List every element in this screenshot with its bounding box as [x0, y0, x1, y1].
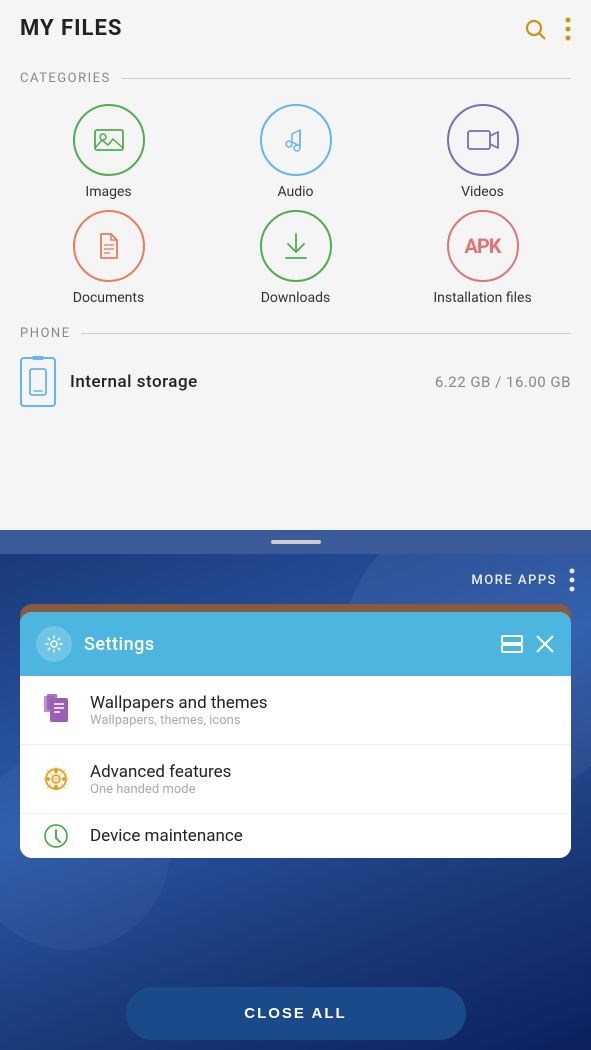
drag-handle[interactable] [0, 530, 591, 554]
category-images[interactable]: Images [20, 104, 197, 200]
category-videos[interactable]: Videos [394, 104, 571, 200]
audio-label: Audio [277, 184, 313, 200]
recent-apps-screen: MORE APPS Setting [0, 554, 591, 1050]
close-all-button[interactable]: CLOSE ALL [126, 987, 466, 1040]
images-label: Images [85, 184, 131, 200]
resize-button[interactable] [501, 635, 523, 653]
header-actions [523, 17, 571, 41]
settings-header-left: Settings [36, 626, 155, 662]
search-button[interactable] [523, 17, 547, 41]
my-files-screen: MY FILES CATEGORIES [0, 0, 591, 530]
settings-card[interactable]: Settings [20, 612, 571, 858]
wallpapers-subtitle: Wallpapers, themes, icons [90, 713, 553, 728]
category-audio[interactable]: Audio [207, 104, 384, 200]
categories-grid: Images Audio Videos [0, 94, 591, 316]
settings-header-right [501, 634, 555, 654]
audio-icon-circle [260, 104, 332, 176]
videos-label: Videos [461, 184, 504, 200]
installation-icon-circle: APK [447, 210, 519, 282]
installation-label: Installation files [433, 290, 531, 306]
settings-card-header: Settings [20, 612, 571, 676]
advanced-subtitle: One handed mode [90, 782, 553, 797]
documents-icon-circle [73, 210, 145, 282]
phone-label: PHONE [0, 316, 591, 347]
close-all-bar: CLOSE ALL [126, 987, 466, 1040]
storage-name: Internal storage [70, 372, 421, 392]
phone-storage-icon [20, 357, 56, 407]
advanced-title: Advanced features [90, 762, 553, 782]
wallpapers-icon [38, 692, 74, 728]
downloads-label: Downloads [261, 290, 331, 306]
top-header: MY FILES [0, 0, 591, 57]
device-maintenance-title: Device maintenance [90, 826, 553, 846]
settings-card-title: Settings [84, 634, 155, 655]
storage-row[interactable]: Internal storage 6.22 GB / 16.00 GB [0, 347, 591, 417]
advanced-icon [38, 761, 74, 797]
drag-bar [271, 540, 321, 544]
downloads-icon-circle [260, 210, 332, 282]
wallpapers-title: Wallpapers and themes [90, 693, 553, 713]
images-icon-circle [73, 104, 145, 176]
videos-icon-circle [447, 104, 519, 176]
category-installation[interactable]: APK Installation files [394, 210, 571, 306]
menu-item-device-maintenance[interactable]: Device maintenance [20, 814, 571, 858]
storage-size: 6.22 GB / 16.00 GB [435, 373, 571, 391]
device-maintenance-text: Device maintenance [90, 826, 553, 846]
documents-label: Documents [73, 290, 144, 306]
device-maintenance-icon [38, 818, 74, 854]
menu-item-advanced[interactable]: Advanced features One handed mode [20, 745, 571, 814]
storage-info: Internal storage [70, 372, 421, 392]
menu-item-wallpapers[interactable]: Wallpapers and themes Wallpapers, themes… [20, 676, 571, 745]
wallpapers-text: Wallpapers and themes Wallpapers, themes… [90, 693, 553, 728]
category-documents[interactable]: Documents [20, 210, 197, 306]
close-card-button[interactable] [535, 634, 555, 654]
cards-stack: Settings [20, 600, 571, 860]
more-options-button[interactable] [565, 17, 571, 41]
page-title: MY FILES [20, 16, 122, 41]
advanced-text: Advanced features One handed mode [90, 762, 553, 797]
category-downloads[interactable]: Downloads [207, 210, 384, 306]
settings-gear-icon [36, 626, 72, 662]
categories-label: CATEGORIES [0, 57, 591, 94]
